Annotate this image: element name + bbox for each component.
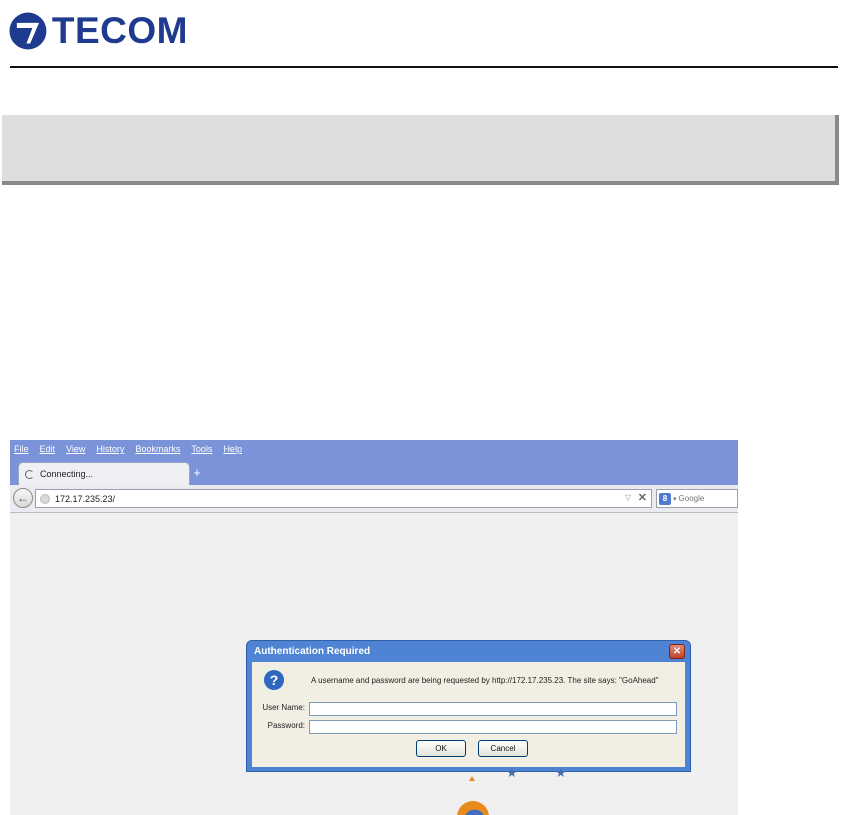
dialog-titlebar[interactable]: Authentication Required ✕ [252,641,685,662]
menu-bar: File Edit View History Bookmarks Tools H… [10,440,738,458]
tab-connecting[interactable]: Connecting... [18,462,190,485]
username-field[interactable] [309,702,677,716]
menu-file[interactable]: File [14,444,29,454]
password-field[interactable] [309,720,677,734]
browser-screenshot: File Edit View History Bookmarks Tools H… [10,440,738,815]
menu-tools[interactable]: Tools [191,444,212,454]
dialog-message: A username and password are being reques… [311,676,659,685]
dialog-body: ? A username and password are being requ… [252,662,685,767]
menu-view[interactable]: View [66,444,85,454]
tab-strip: Connecting... + [10,458,738,485]
tab-title: Connecting... [40,469,94,479]
menu-bookmarks[interactable]: Bookmarks [135,444,180,454]
search-engine-dropdown-icon[interactable]: ▾ [673,495,677,503]
loading-spinner-icon [25,469,34,479]
tecom-logo: TECOM [8,0,188,62]
back-button[interactable]: ← [13,488,33,508]
dialog-title: Authentication Required [254,646,371,657]
question-icon: ? [264,670,284,690]
header-divider [10,66,838,68]
new-tab-icon[interactable]: + [190,466,204,480]
star-icon: ★ [555,765,567,780]
menu-history[interactable]: History [96,444,124,454]
auth-dialog: Authentication Required ✕ ? A username a… [246,640,691,772]
stop-icon[interactable]: ✕ [638,491,647,504]
menu-help[interactable]: Help [223,444,242,454]
navigation-toolbar: ← 172.17.235.23/ ▽ ✕ 8 ▾ Google [10,485,738,513]
url-text: 172.17.235.23/ [55,493,116,504]
username-label: User Name: [262,703,305,712]
site-identity-icon[interactable] [40,493,50,504]
logo-text: TECOM [51,10,188,51]
star-icon: ★ [506,765,518,780]
google-icon[interactable]: 8 [659,492,671,505]
close-icon[interactable]: ✕ [669,644,685,659]
cancel-button[interactable]: Cancel [478,740,528,757]
address-bar[interactable]: 172.17.235.23/ ▽ ✕ [35,489,652,508]
back-arrow-icon: ← [17,491,29,505]
ok-button[interactable]: OK [416,740,466,757]
search-placeholder: Google [678,494,705,503]
arrow-icon [469,776,475,781]
menu-edit[interactable]: Edit [40,444,56,454]
tecom-logo-icon [9,12,47,50]
url-dropdown-icon[interactable]: ▽ [625,493,631,502]
section-heading-bar [2,115,839,185]
search-bar[interactable]: 8 ▾ Google [656,489,738,508]
password-label: Password: [267,721,305,730]
